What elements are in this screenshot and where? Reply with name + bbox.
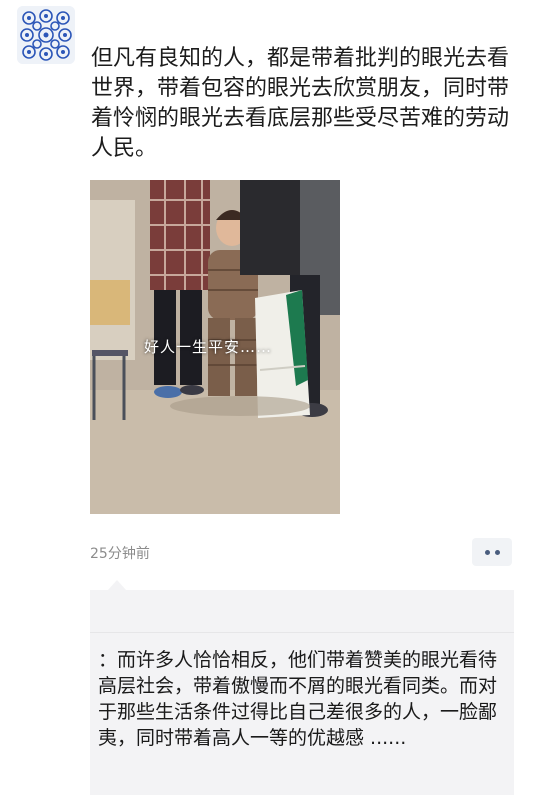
divider (90, 632, 514, 633)
comment-text: ：而许多人恰恰相反，他们带着赞美的眼光看待高层社会，带着傲慢而不屑的眼光看同类。… (98, 649, 498, 749)
dot (494, 549, 500, 555)
more-dots-icon[interactable] (472, 538, 512, 566)
post-timestamp: 25分钟前 (90, 546, 150, 562)
dot (484, 549, 490, 555)
post-text: 但凡有良知的人，都是带着批判的眼光去看世界，带着包容的眼光去欣赏朋友，同时带着怜… (91, 46, 510, 161)
avatar[interactable] (17, 6, 75, 64)
porcelain-pattern-avatar-icon (17, 6, 75, 64)
image-caption: 好人一生平安…… (144, 338, 273, 356)
likes-row (90, 590, 514, 632)
comments-section: ：而许多人恰恰相反，他们带着赞美的眼光看待高层社会，带着傲慢而不屑的眼光看同类。… (90, 580, 514, 795)
comment-item[interactable]: ：而许多人恰恰相反，他们带着赞美的眼光看待高层社会，带着傲慢而不屑的眼光看同类。… (98, 647, 510, 751)
